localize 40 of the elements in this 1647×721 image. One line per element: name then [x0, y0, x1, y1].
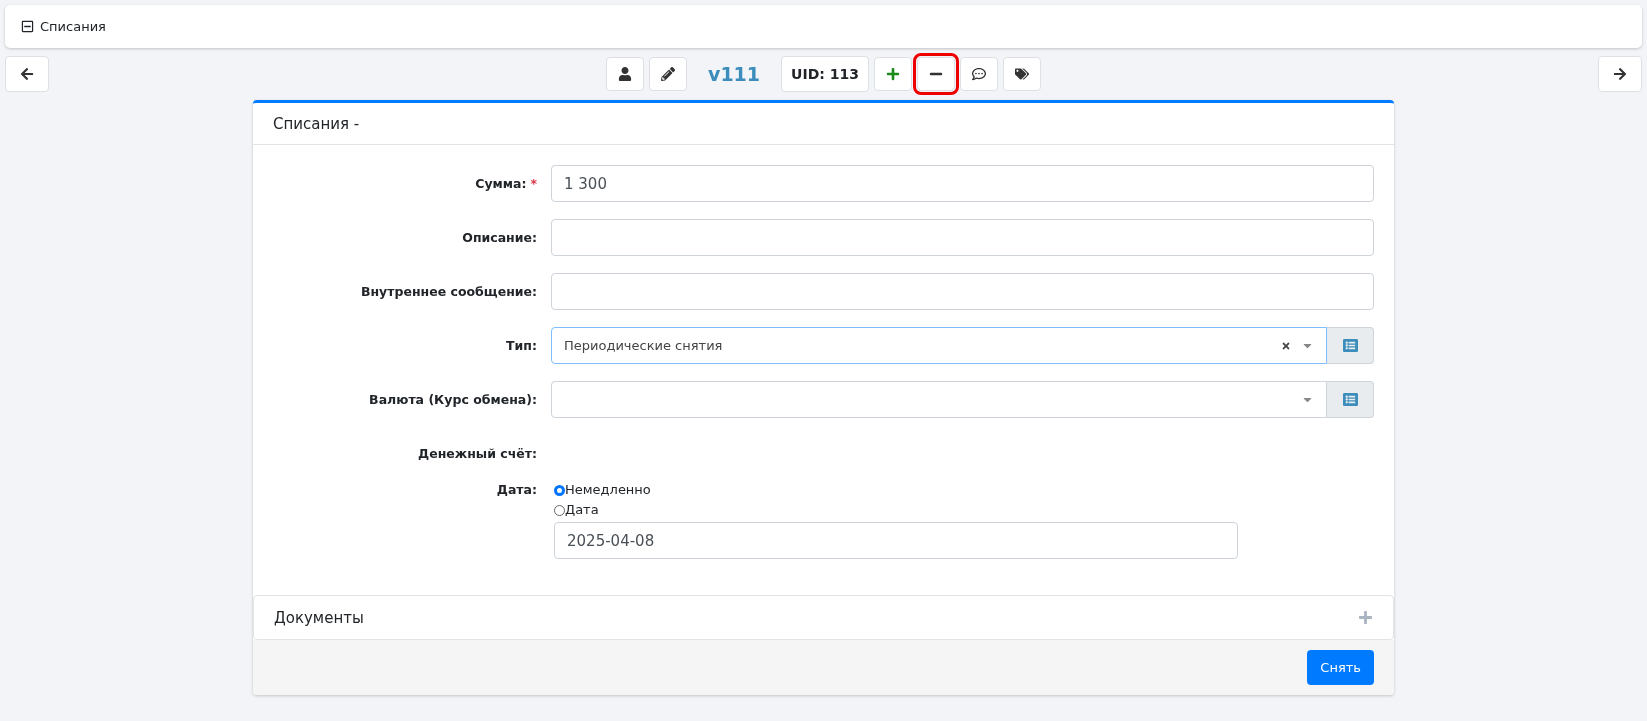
arrow-right-icon — [1613, 67, 1627, 81]
list-button[interactable] — [1327, 381, 1374, 418]
field-label: Описание: — [461, 229, 537, 245]
select-field[interactable]: Периодические снятия — [551, 327, 1327, 364]
date-field[interactable]: 2025-04-08 — [554, 522, 1238, 559]
list-button[interactable] — [1327, 327, 1374, 364]
tags-icon — [1014, 67, 1029, 81]
list-icon — [1342, 338, 1358, 353]
plus-icon — [885, 67, 900, 81]
text-field[interactable] — [551, 273, 1374, 310]
field-label: Тип: — [505, 337, 537, 353]
clear-icon[interactable] — [1281, 340, 1291, 351]
toolbar-button[interactable] — [606, 57, 644, 91]
field-label: Денежный счёт: — [417, 445, 537, 461]
field-label: Внутреннее сообщение: — [359, 283, 537, 299]
user-icon — [618, 67, 632, 81]
version-label: v111 — [708, 63, 761, 85]
submit-button[interactable]: Снять — [1307, 650, 1374, 685]
select-field[interactable] — [551, 381, 1327, 418]
field-label: Сумма: * — [474, 175, 537, 191]
text-field[interactable] — [551, 219, 1374, 256]
list-icon — [1342, 392, 1358, 407]
radio-option[interactable]: Немедленно — [554, 480, 1374, 500]
radio-option[interactable]: Дата — [554, 500, 1374, 520]
documents-title: Документы — [274, 608, 364, 627]
text-field[interactable]: 1 300 — [551, 165, 1374, 202]
arrow-left-icon — [20, 67, 34, 81]
field-label: Дата: — [495, 481, 537, 497]
toolbar-button[interactable] — [1002, 57, 1041, 91]
header-title: Списания — [40, 19, 106, 34]
back-button[interactable] — [5, 56, 49, 92]
uid-badge: UID: 113 — [781, 56, 869, 92]
comment-icon — [971, 67, 986, 81]
toolbar-button[interactable] — [959, 57, 998, 91]
forward-button[interactable] — [1598, 56, 1642, 92]
card-title: Списания - — [273, 114, 360, 133]
pencil-icon — [661, 67, 675, 81]
field-label: Валюта (Курс обмена): — [368, 391, 537, 407]
toolbar-button[interactable] — [649, 57, 687, 91]
collapse-icon[interactable] — [21, 20, 34, 33]
